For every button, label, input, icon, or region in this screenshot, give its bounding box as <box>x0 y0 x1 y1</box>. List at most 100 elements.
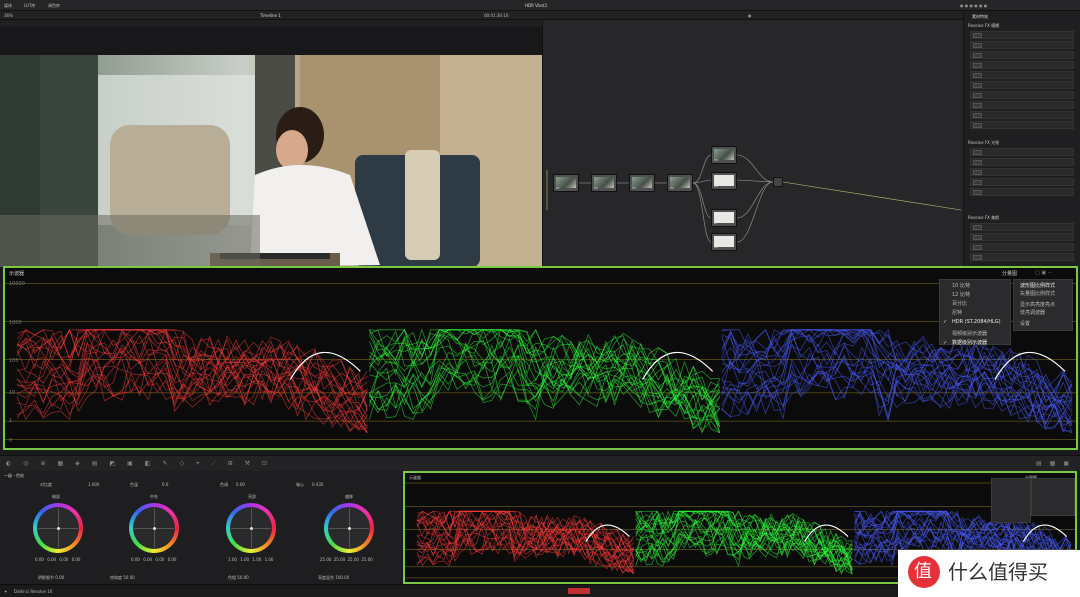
scope-window-icons[interactable]: ▢ ▣ ⋯ <box>1035 270 1053 276</box>
fx-item[interactable] <box>970 61 1074 69</box>
hue[interactable]: 色相 50.00 <box>228 575 249 580</box>
gamma-handle[interactable] <box>153 527 156 530</box>
fx-item[interactable] <box>970 111 1074 119</box>
fx-item[interactable] <box>970 41 1074 49</box>
offset-values[interactable]: 25.00 25.00 25.00 25.00 <box>320 557 373 562</box>
timeline-name[interactable]: Timeline 1 <box>260 13 281 18</box>
wheel-label-offset: 偏移 <box>345 494 353 499</box>
fx-item[interactable] <box>970 121 1074 129</box>
menu-item-settings[interactable]: 设置 <box>1020 321 1078 327</box>
fx-item[interactable] <box>970 188 1074 196</box>
viewer-letterbox <box>0 27 542 55</box>
node-03[interactable]: 03 <box>629 174 655 192</box>
menu-item-waveform-style[interactable]: 波形图比例样式 <box>1020 283 1078 289</box>
menu-item-video-levels[interactable]: 视频级别示波器 <box>952 331 1022 337</box>
gallery-tab[interactable]: 调色库 <box>48 3 60 8</box>
fx-item[interactable] <box>970 101 1074 109</box>
pivot-value[interactable]: 0.435 <box>312 482 323 487</box>
zoom-level[interactable]: 36% <box>4 13 13 18</box>
scope-settings-menu[interactable]: 波形图比例样式 矢量图比例样式 显示高亮度亮点 低亮调波器 设置 <box>1013 279 1073 331</box>
fx-item[interactable] <box>970 178 1074 186</box>
fx-item[interactable] <box>970 31 1074 39</box>
top-right-tools[interactable]: ● ● ● ● ● ● <box>960 3 987 8</box>
scope-scale-menu[interactable]: 10 比特 12 比特 百分比 尼特 ✓ HDR (ST.2084/HLG) 视频… <box>939 279 1011 346</box>
shadow-detail[interactable]: 阴影细节 0.00 <box>38 575 64 580</box>
scale-label: 10000 <box>9 281 25 287</box>
scope-mode-select[interactable]: 分量图 <box>1002 271 1017 277</box>
menu-item-hdr[interactable]: ✓ HDR (ST.2084/HLG) <box>943 319 1022 325</box>
scale-label: 1 <box>9 418 13 424</box>
fx-item[interactable] <box>970 81 1074 89</box>
brand-text: 什么值得买 <box>948 560 1048 584</box>
fx-item[interactable] <box>970 223 1074 231</box>
right-tool-icons[interactable]: ▤▦▣ <box>1036 460 1077 467</box>
node-editor-dot: ● <box>748 13 752 18</box>
node-editor[interactable]: 01 02 03 04 05 06 07 08 <box>542 20 963 267</box>
pivot-label: 轴心 <box>296 482 304 487</box>
tool-icons[interactable]: ◐◎⊕▦◈▤◩▣◧✎◇⌖⟋⊞⚒⊡ <box>6 460 279 467</box>
fx-item[interactable] <box>970 71 1074 79</box>
lift-handle[interactable] <box>57 527 60 530</box>
fx-tab-label[interactable]: 素材特效 <box>972 14 988 19</box>
waveform-parade-large <box>5 283 1076 440</box>
scope-title: 示波器 <box>9 271 25 277</box>
scope-panel-large[interactable]: 示波器 分量图 ▢ ▣ ⋯ 10000 1000 100 10 1 0 10 比… <box>3 266 1078 450</box>
saturation[interactable]: 饱和度 50.00 <box>110 575 135 580</box>
lut-library-tab[interactable]: LUT库 <box>24 3 35 8</box>
fx-item[interactable] <box>970 253 1074 261</box>
video-frame <box>0 55 542 267</box>
scale-label: 100 <box>9 358 19 364</box>
menu-item-10bit[interactable]: 10 比特 <box>952 283 1022 289</box>
tint-value[interactable]: 0.00 <box>236 482 245 487</box>
layer-mixer-node[interactable] <box>773 177 783 187</box>
resolve-logo-icon: ✦ <box>4 589 8 594</box>
check-icon: ✓ <box>943 340 948 346</box>
top-menu-bar: 媒体 LUT库 调色库 HDR Vlsst1 ● ● ● ● ● ● <box>0 0 1080 11</box>
node-02[interactable]: 02 <box>591 174 617 192</box>
menu-item-12bit[interactable]: 12 比特 <box>952 292 1022 298</box>
temp-value[interactable]: 0.0 <box>162 482 168 487</box>
fx-section-light[interactable]: Resolve FX 光效 <box>968 140 999 146</box>
waveform-trace <box>16 329 368 420</box>
gain-values[interactable]: 1.00 1.00 1.00 1.00 <box>228 557 273 562</box>
menu-item-data-levels[interactable]: ✓ 数据级别示波器 <box>943 340 1022 346</box>
node-06[interactable]: 06 <box>711 172 737 190</box>
fx-item[interactable] <box>970 168 1074 176</box>
media-tab[interactable]: 媒体 <box>4 3 12 8</box>
scale-label: 1000 <box>9 320 22 326</box>
brand-logo-icon: 值 <box>908 556 940 588</box>
menu-item-vector-style[interactable]: 矢量图比例样式 <box>1020 291 1078 297</box>
effects-library-panel: 素材特效 Resolve FX 模糊 Resolve FX 光效 Resolve… <box>963 11 1080 267</box>
contrast-value[interactable]: 1.000 <box>88 482 99 487</box>
fx-item[interactable] <box>970 233 1074 241</box>
gamma-values[interactable]: 0.00 0.00 0.00 0.00 <box>131 557 176 562</box>
fx-item[interactable] <box>970 148 1074 156</box>
node-08[interactable]: 08 <box>711 233 737 251</box>
fx-item[interactable] <box>970 243 1074 251</box>
luma-mix[interactable]: 亮度混合 100.00 <box>318 575 349 580</box>
menu-item-highlight[interactable]: 显示高亮度亮点 <box>1020 302 1078 308</box>
node-05[interactable]: 05 <box>711 146 737 164</box>
page-indicator[interactable] <box>568 588 590 594</box>
lift-values[interactable]: 0.00 0.00 0.00 0.00 <box>35 557 80 562</box>
app-window: 媒体 LUT库 调色库 HDR Vlsst1 ● ● ● ● ● ● 36% T… <box>0 0 1080 597</box>
node-07[interactable]: 07 <box>711 209 737 227</box>
fx-item[interactable] <box>970 51 1074 59</box>
gain-handle[interactable] <box>250 527 253 530</box>
scope-scale-menu-small[interactable] <box>991 478 1031 523</box>
offset-handle[interactable] <box>348 527 351 530</box>
wheel-label-gain: 亮部 <box>248 494 256 499</box>
contrast-label: 对比度 <box>40 482 52 487</box>
viewer-toolbar: 36% Timeline 1 00:01:30:10 ● <box>0 11 1080 20</box>
scope-settings-menu-small[interactable] <box>1031 478 1075 516</box>
fx-section-beauty[interactable]: Resolve FX 美颜 <box>968 215 999 221</box>
node-04[interactable]: 04 <box>667 174 693 192</box>
fx-section-blur[interactable]: Resolve FX 模糊 <box>968 23 999 29</box>
color-tools-toolbar: ◐◎⊕▦◈▤◩▣◧✎◇⌖⟋⊞⚒⊡ ▤▦▣ <box>0 455 1080 471</box>
menu-item-nits[interactable]: 尼特 <box>952 310 1022 316</box>
node-01[interactable]: 01 <box>553 174 579 192</box>
fx-item[interactable] <box>970 158 1074 166</box>
fx-item[interactable] <box>970 91 1074 99</box>
menu-item-percent[interactable]: 百分比 <box>952 301 1022 307</box>
menu-item-low[interactable]: 低亮调波器 <box>1020 310 1078 316</box>
